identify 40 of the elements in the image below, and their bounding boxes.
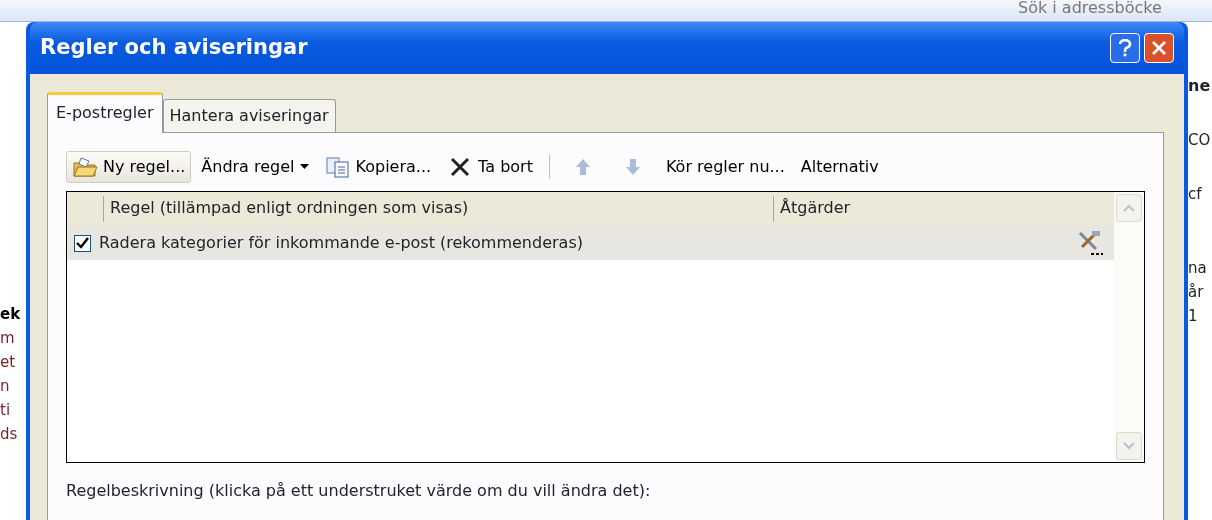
text-fragment: år xyxy=(1188,282,1205,303)
text-fragment: 1 xyxy=(1188,306,1199,327)
scroll-down-button[interactable] xyxy=(1116,432,1142,460)
text-fragment: ti xyxy=(0,400,12,421)
window-title: Regler och aviseringar xyxy=(40,34,309,62)
chevron-up-icon xyxy=(1123,204,1135,212)
checkbox[interactable] xyxy=(74,234,91,252)
text-fragment: et xyxy=(0,352,17,373)
scrollbar[interactable] xyxy=(1114,192,1144,462)
close-button[interactable] xyxy=(1144,33,1174,63)
toolbar-menu-button[interactable]: Ändra regel xyxy=(195,151,315,183)
text-fragment: CO xyxy=(1188,130,1212,151)
text-fragment: ds xyxy=(0,424,19,445)
description-label: Regelbeskrivning (klicka på ett understruket värde om du vill ändra det): xyxy=(66,480,652,502)
text-fragment: cf xyxy=(1188,184,1203,205)
text-fragment: n xyxy=(0,376,11,397)
folder-icon xyxy=(72,155,98,179)
text-fragment: ne xyxy=(1188,75,1212,97)
toolbar-button[interactable]: Alternativ xyxy=(794,151,885,183)
search-field-text: Sök i adressböcke xyxy=(1018,0,1162,19)
toolbar-button[interactable]: Kör regler nu... xyxy=(659,151,791,183)
help-button[interactable] xyxy=(1110,33,1140,63)
tab[interactable]: E-postregler xyxy=(47,92,163,133)
text-fragment: ek xyxy=(0,304,22,325)
scroll-up-button[interactable] xyxy=(1116,194,1142,222)
tools-icon[interactable] xyxy=(1076,229,1104,257)
copy-icon xyxy=(324,155,351,179)
help-icon xyxy=(1118,39,1132,57)
caret-icon xyxy=(299,164,309,170)
toolbar-button[interactable]: Kopiera... xyxy=(318,151,438,183)
rule-row[interactable]: Radera kategorier för inkommande e-post (rekommenderas) xyxy=(67,226,1114,260)
toolbar-button[interactable]: Ta bort xyxy=(441,151,539,183)
rule-name: Radera kategorier för inkommande e-post (rekommenderas) xyxy=(99,232,584,254)
toolbar-button[interactable]: Ny regel... xyxy=(66,151,192,183)
chevron-down-icon xyxy=(1123,442,1135,450)
text-fragment: na xyxy=(1188,258,1208,279)
text-fragment: m xyxy=(0,328,16,349)
tab[interactable]: Hantera aviseringar xyxy=(162,99,336,132)
column-header[interactable]: Regel (tillämpad enligt ordningen som visas) xyxy=(103,196,773,222)
close-icon xyxy=(1151,40,1167,56)
